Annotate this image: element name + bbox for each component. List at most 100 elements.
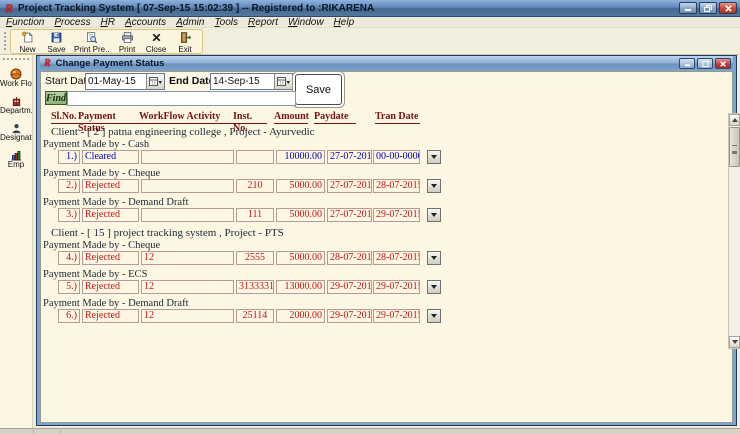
cell-sl-no: 5.) [58,280,80,294]
payment-made-by-header: Payment Made by - ECS [41,269,728,280]
restore-button[interactable] [699,2,717,14]
menu-item-process[interactable]: Process [54,17,90,28]
child-titlebar: R Change Payment Status [40,56,733,71]
cell-tran-date: 29-07-2015 [373,208,420,222]
column-header-inst-no: Inst. No. [233,111,267,124]
cell-sl-no: 3.) [58,208,80,222]
window-title: Project Tracking System [ 07-Sep-15 15:0… [18,3,679,14]
cell-paydate: 29-07-2015 [327,280,372,294]
printer-icon [121,31,134,44]
child-close-button[interactable] [715,58,731,69]
status-dropdown-icon[interactable] [427,179,441,193]
main-titlebar: R Project Tracking System [ 07-Sep-15 15… [0,0,740,17]
table-row: 2.)Rejected2105000.0027-07-201528-07-201… [41,179,728,197]
cell-amount: 2000.00 [276,309,325,323]
cell-payment-status: Rejected [82,208,139,222]
minimize-button[interactable] [679,2,697,14]
menu-item-hr[interactable]: HR [100,17,114,28]
toolbar-button-label: Exit [178,45,191,54]
table-header-row: Sl.No.Payment StatusWorkFlow ActivityIns… [41,111,728,124]
sidebar-grip[interactable] [2,57,30,61]
menu-item-tools[interactable]: Tools [214,17,238,28]
table-row: 4.)Rejected1225555000.0028-07-201528-07-… [41,251,728,269]
payment-made-by-header: Payment Made by - Cheque [41,240,728,251]
find-input[interactable] [67,91,296,106]
cell-sl-no: 4.) [58,251,80,265]
payment-made-by-header: Payment Made by - Cash [41,139,728,150]
cell-sl-no: 1.) [58,150,80,164]
client-group-header: Client - [ 2 ] patna engineering college… [41,125,728,139]
vertical-scrollbar[interactable] [728,113,740,349]
payment-made-by-header: Payment Made by - Demand Draft [41,298,728,309]
toolbar-button-close[interactable]: Close [142,30,171,53]
toolbar-button-save[interactable]: Save [42,30,71,53]
sidebar-item-label: Work Flow [0,79,32,88]
scroll-up-icon[interactable] [729,114,740,126]
toolbar-button-label: Print Pre.. [74,45,110,54]
cell-tran-date: 29-07-2015 [373,309,420,323]
toolbar-grip[interactable] [3,31,7,52]
app-logo-icon: R [5,2,13,14]
menu-item-accounts[interactable]: Accounts [125,17,166,28]
column-header-paydate: Paydate [314,111,356,124]
cell-workflow-activity: 12 [141,280,234,294]
status-dropdown-icon[interactable] [427,280,441,294]
cell-tran-date: 29-07-2015 [373,280,420,294]
menu-item-admin[interactable]: Admin [176,17,204,28]
cell-inst-no: 2555 [236,251,274,265]
end-date-input[interactable] [211,74,274,89]
cell-amount: 5000.00 [276,179,325,193]
exit-door-icon [179,31,192,44]
scroll-down-icon[interactable] [729,336,740,348]
cell-inst-no [236,150,274,164]
column-header-sl-no: Sl.No. [51,111,78,124]
toolbar-button-label: Save [47,45,65,54]
cell-amount: 5000.00 [276,208,325,222]
column-header-workflow-activity: WorkFlow Activity [139,111,235,124]
status-dropdown-icon[interactable] [427,309,441,323]
column-header-payment-status: Payment Status [78,111,141,124]
cell-paydate: 27-07-2015 [327,179,372,193]
cell-inst-no: 210 [236,179,274,193]
menu-item-function[interactable]: Function [6,17,44,28]
sidebar-item-emp[interactable]: Emp [0,148,32,169]
sidebar-item-departm[interactable]: Departm... [0,94,32,115]
cell-workflow-activity [141,208,234,222]
child-content: Start Date End Date Save Find Sl.No.Paym… [40,71,733,423]
cell-workflow-activity [141,179,234,193]
table-row: 6.)Rejected12251142000.0029-07-201529-07… [41,309,728,327]
cell-inst-no: 25114 [236,309,274,323]
status-dropdown-icon[interactable] [427,251,441,265]
status-dropdown-icon[interactable] [427,150,441,164]
cell-sl-no: 2.) [58,179,80,193]
menu-item-window[interactable]: Window [288,17,324,28]
menu-bar: Function Process HR Accounts Admin Tools Repor… [0,17,740,28]
sidebar-item-work-flow[interactable]: Work Flow [0,67,32,88]
start-date-calendar-dropdown-icon[interactable] [146,74,164,89]
toolbar-button-exit[interactable]: Exit [171,30,200,53]
application-window: R Project Tracking System [ 07-Sep-15 15… [0,0,740,434]
child-maximize-button[interactable] [697,58,713,69]
start-date-input[interactable] [86,74,146,89]
toolbar-button-label: Print [119,45,135,54]
scrollbar-thumb[interactable] [729,127,740,167]
cell-payment-status: Cleared [82,150,139,164]
payment-made-by-header: Payment Made by - Demand Draft [41,197,728,208]
cell-inst-no: 3133331 [236,280,274,294]
child-minimize-button[interactable] [679,58,695,69]
column-header-tran-date: Tran Date [375,111,420,124]
child-window-icon: R [44,58,51,70]
sidebar-item-designati[interactable]: Designati... [0,121,32,142]
menu-item-help[interactable]: Help [334,17,355,28]
toolbar-button-print[interactable]: Print [113,30,142,53]
status-dropdown-icon[interactable] [427,208,441,222]
end-date-calendar-dropdown-icon[interactable] [274,74,292,89]
toolbar-button-print-pre[interactable]: Print Pre.. [71,30,113,53]
column-header-amount: Amount [274,111,308,124]
close-button[interactable] [719,2,737,14]
toolbar-button-new[interactable]: New [13,30,42,53]
workflow-icon [0,67,32,79]
table-body: Client - [ 2 ] patna engineering college… [41,125,728,327]
save-button[interactable]: Save [295,74,342,105]
menu-item-report[interactable]: Report [248,17,278,28]
